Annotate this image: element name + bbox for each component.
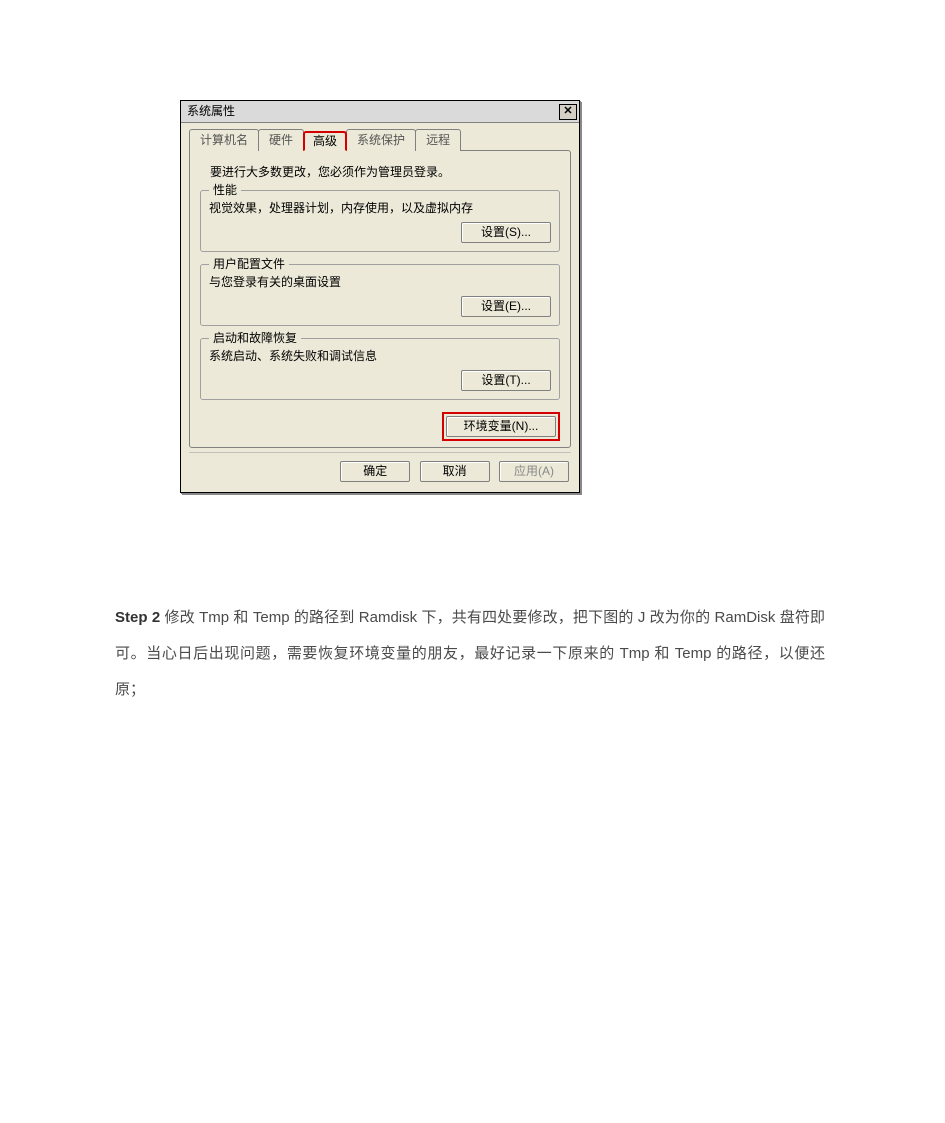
tab-hardware[interactable]: 硬件 (258, 129, 304, 151)
close-icon: ✕ (563, 104, 572, 119)
dialog-body: 计算机名 硬件 高级 系统保护 远程 要进行大多数更改，您必须作为管理员登录。 … (181, 123, 579, 492)
group-performance-desc: 视觉效果，处理器计划，内存使用，以及虚拟内存 (209, 201, 551, 216)
group-user-profiles-desc: 与您登录有关的桌面设置 (209, 275, 551, 290)
ok-button[interactable]: 确定 (340, 461, 410, 482)
caption-paragraph: Step 2 修改 Tmp 和 Temp 的路径到 Ramdisk 下，共有四处… (115, 600, 825, 708)
apply-button[interactable]: 应用(A) (499, 461, 569, 482)
environment-variables-highlight: 环境变量(N)... (442, 412, 560, 441)
performance-settings-button[interactable]: 设置(S)... (461, 222, 551, 243)
group-performance-legend: 性能 (209, 183, 241, 198)
group-performance: 性能 视觉效果，处理器计划，内存使用，以及虚拟内存 设置(S)... (200, 190, 560, 252)
system-properties-dialog: 系统属性 ✕ 计算机名 硬件 高级 系统保护 远程 要进行大多数更改，您必须作为… (180, 100, 580, 493)
environment-variables-button[interactable]: 环境变量(N)... (446, 416, 556, 437)
group-user-profiles: 用户配置文件 与您登录有关的桌面设置 设置(E)... (200, 264, 560, 326)
group-startup-recovery-legend: 启动和故障恢复 (209, 331, 301, 346)
dialog-bottom-buttons: 确定 取消 应用(A) (189, 452, 571, 484)
caption-step-label: Step 2 (115, 609, 160, 626)
tab-computer-name[interactable]: 计算机名 (189, 129, 259, 151)
tab-page-advanced: 要进行大多数更改，您必须作为管理员登录。 性能 视觉效果，处理器计划，内存使用，… (189, 150, 571, 448)
tab-advanced[interactable]: 高级 (303, 131, 347, 151)
tab-remote[interactable]: 远程 (415, 129, 461, 151)
admin-note: 要进行大多数更改，您必须作为管理员登录。 (210, 165, 560, 180)
group-startup-recovery: 启动和故障恢复 系统启动、系统失败和调试信息 设置(T)... (200, 338, 560, 400)
titlebar[interactable]: 系统属性 ✕ (181, 101, 579, 123)
startup-recovery-settings-button[interactable]: 设置(T)... (461, 370, 551, 391)
caption-text: 修改 Tmp 和 Temp 的路径到 Ramdisk 下，共有四处要修改，把下图… (115, 609, 825, 698)
close-button[interactable]: ✕ (559, 104, 577, 120)
tabstrip: 计算机名 硬件 高级 系统保护 远程 (189, 129, 571, 151)
group-user-profiles-legend: 用户配置文件 (209, 257, 289, 272)
group-startup-recovery-desc: 系统启动、系统失败和调试信息 (209, 349, 551, 364)
dialog-title: 系统属性 (187, 104, 559, 119)
tab-system-protection[interactable]: 系统保护 (346, 129, 416, 151)
user-profiles-settings-button[interactable]: 设置(E)... (461, 296, 551, 317)
environment-variables-row: 环境变量(N)... (200, 412, 560, 441)
cancel-button[interactable]: 取消 (420, 461, 490, 482)
